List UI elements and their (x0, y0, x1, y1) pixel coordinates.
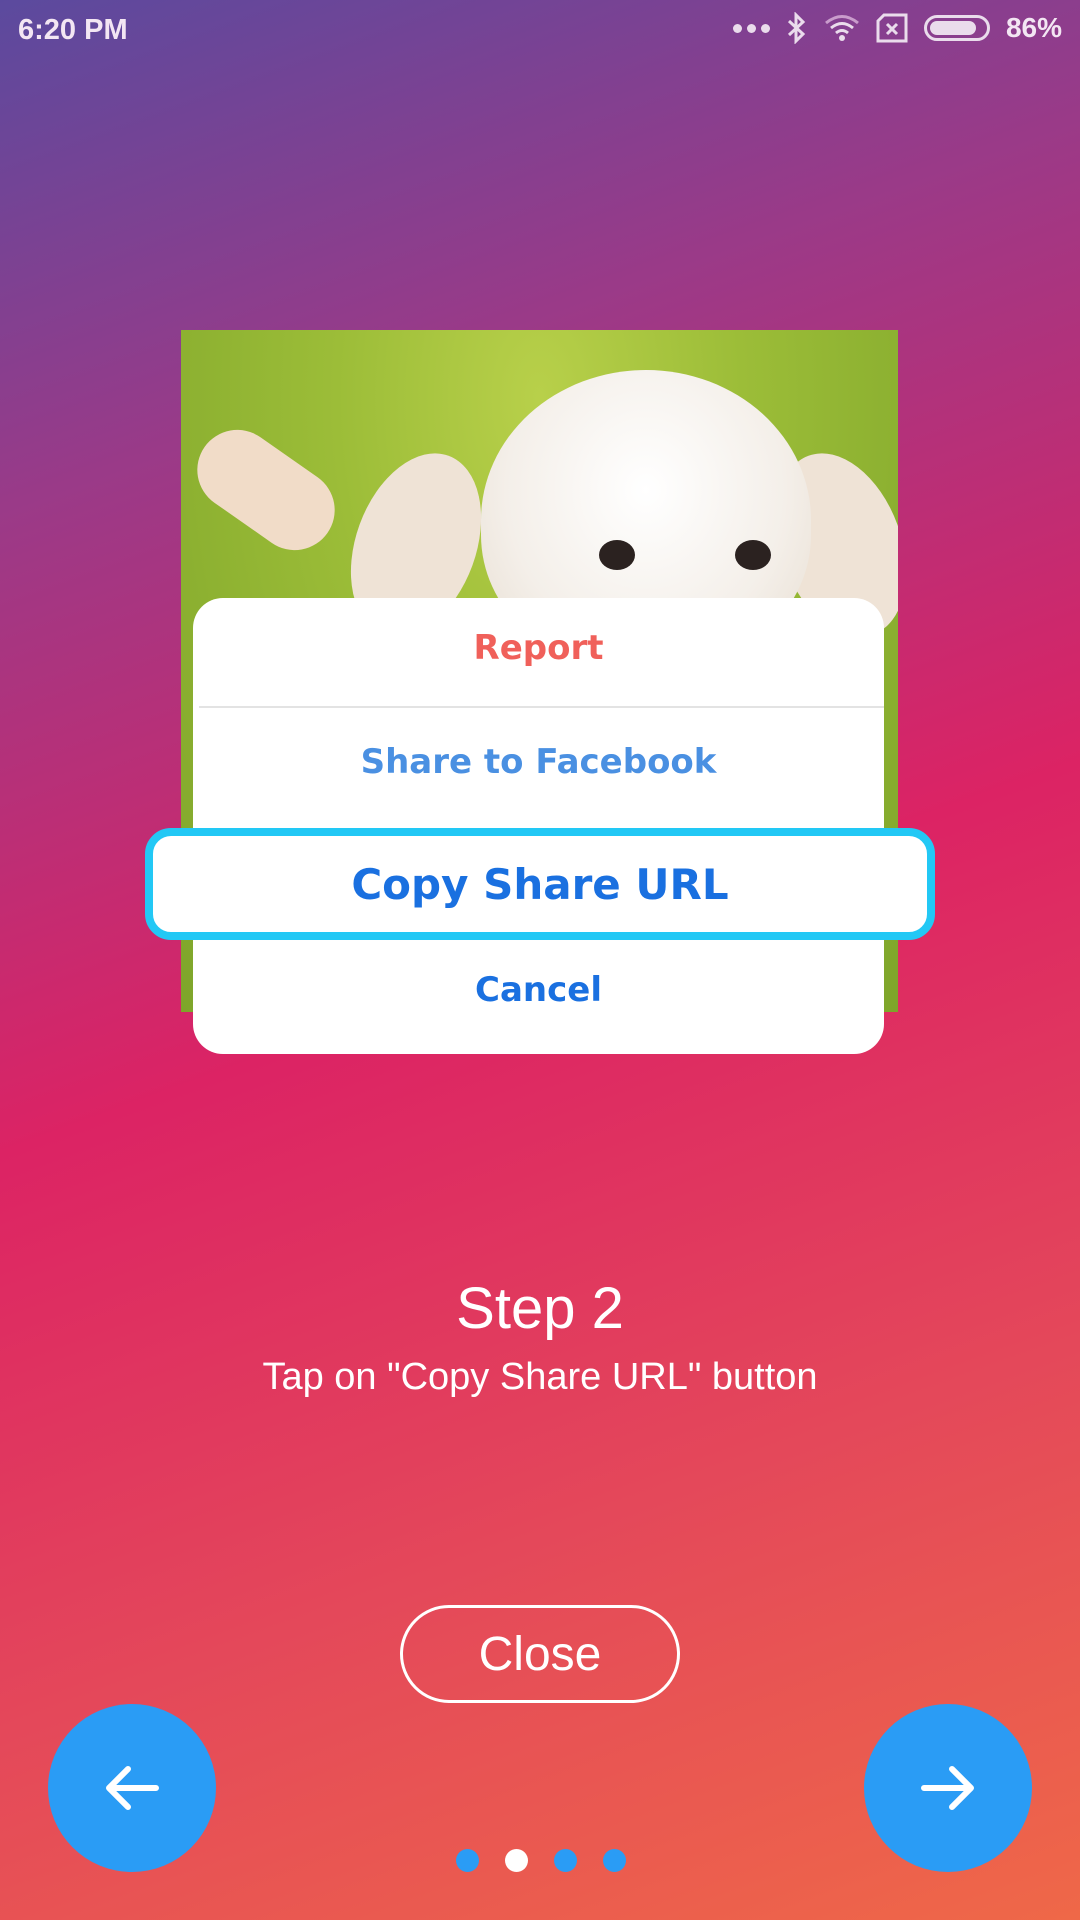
battery-icon (923, 15, 990, 41)
cancel-option[interactable]: Cancel (193, 970, 884, 1010)
more-dots-icon (732, 23, 770, 33)
report-option[interactable]: Report (193, 628, 884, 668)
page-dot[interactable] (603, 1849, 626, 1872)
action-sheet: Report Share to Facebook Cancel (193, 598, 884, 1054)
share-facebook-option[interactable]: Share to Facebook (193, 742, 884, 782)
wifi-icon (825, 15, 859, 41)
page-dot[interactable] (456, 1849, 479, 1872)
step-title: Step 2 (456, 1276, 624, 1341)
no-sim-icon (876, 13, 908, 43)
copy-share-url-option[interactable]: Copy Share URL (145, 828, 935, 940)
page-dot[interactable] (505, 1849, 528, 1872)
arrow-right-icon (921, 1766, 974, 1810)
page-indicator (456, 1849, 626, 1872)
bluetooth-icon (787, 12, 806, 44)
status-bar: 6:20 PM 86% (0, 0, 1080, 60)
arrow-left-icon (106, 1766, 159, 1810)
status-time: 6:20 PM (18, 14, 128, 46)
battery-percent: 86% (1005, 12, 1062, 43)
divider (199, 706, 884, 708)
close-button[interactable]: Close (400, 1605, 680, 1703)
step-description: Tap on "Copy Share URL" button (262, 1356, 818, 1398)
next-button[interactable] (864, 1704, 1032, 1872)
previous-button[interactable] (48, 1704, 216, 1872)
page-dot[interactable] (554, 1849, 577, 1872)
